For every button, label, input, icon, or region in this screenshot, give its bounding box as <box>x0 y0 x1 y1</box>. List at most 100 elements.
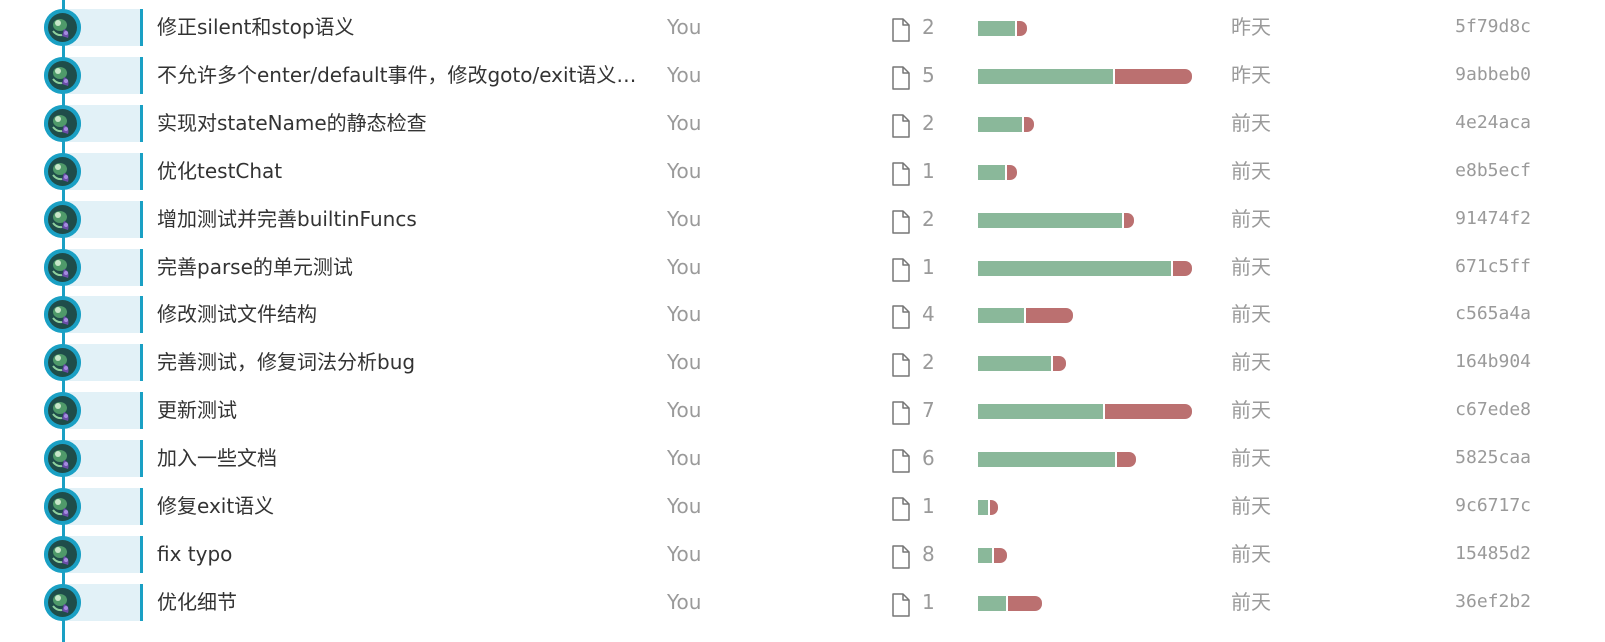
user-avatar-icon[interactable] <box>44 104 81 142</box>
row-highlight-edge <box>140 200 143 238</box>
row-highlight-edge <box>140 9 143 46</box>
commit-author: You <box>667 589 702 614</box>
commit-message[interactable]: 完善测试，修复词法分析bug <box>157 349 645 375</box>
changes-bar <box>978 595 1042 611</box>
user-avatar-icon[interactable] <box>44 392 81 430</box>
row-highlight-edge <box>140 583 143 621</box>
additions-bar <box>978 212 1122 228</box>
commit-row[interactable]: 修正silent和stop语义 You 2 昨天 5f79d8c <box>0 2 1605 50</box>
file-icon <box>891 161 911 190</box>
changes-bar <box>978 452 1136 468</box>
row-highlight-edge <box>140 440 143 478</box>
row-highlight-edge <box>140 392 143 430</box>
commit-hash[interactable]: 164b904 <box>1455 350 1531 374</box>
commit-message[interactable]: 修正silent和stop语义 <box>157 14 645 40</box>
changes-bar <box>978 116 1034 132</box>
files-changed-count: 4 <box>922 302 935 327</box>
commit-message[interactable]: 不允许多个enter/default事件，修改goto/exit语义，... <box>157 62 645 88</box>
commit-message[interactable]: 修复exit语义 <box>157 493 645 519</box>
files-changed-count: 2 <box>922 110 935 135</box>
commit-message[interactable]: 增加测试并完善builtinFuncs <box>157 206 645 232</box>
user-avatar-icon[interactable] <box>44 488 81 525</box>
commit-row[interactable]: 优化testChat You 1 前天 e8b5ecf <box>0 146 1605 194</box>
commit-author: You <box>667 398 702 423</box>
row-highlight-edge <box>140 152 143 190</box>
commit-author: You <box>667 350 702 375</box>
deletions-bar <box>1115 68 1192 84</box>
commit-date: 前天 <box>1231 158 1271 183</box>
changes-bar <box>978 547 1007 563</box>
commit-hash[interactable]: 671c5ff <box>1455 255 1531 279</box>
user-avatar-icon[interactable] <box>44 440 81 478</box>
changes-bar <box>978 212 1134 228</box>
commit-row[interactable]: 增加测试并完善builtinFuncs You 2 前天 91474f2 <box>0 194 1605 242</box>
user-avatar-icon[interactable] <box>44 152 81 190</box>
user-avatar-icon[interactable] <box>44 200 81 238</box>
commit-hash[interactable]: 9c6717c <box>1455 494 1531 518</box>
commit-hash[interactable]: 15485d2 <box>1455 542 1531 566</box>
commit-message[interactable]: 加入一些文档 <box>157 445 645 471</box>
additions-bar <box>978 260 1171 276</box>
commit-message[interactable]: 实现对stateName的静态检查 <box>157 110 645 136</box>
commit-row[interactable]: fix typo You 8 前天 15485d2 <box>0 529 1605 577</box>
commit-row[interactable]: 优化细节 You 1 前天 36ef2b2 <box>0 577 1605 625</box>
deletions-bar <box>1017 21 1027 36</box>
user-avatar-icon[interactable] <box>44 583 81 621</box>
commit-row[interactable]: 更新测试 You 7 前天 c67ede8 <box>0 385 1605 433</box>
commit-author: You <box>667 446 702 471</box>
changes-bar <box>978 500 998 515</box>
commit-author: You <box>667 254 702 279</box>
user-avatar-icon[interactable] <box>44 9 81 46</box>
files-changed-count: 8 <box>922 541 935 566</box>
commit-row[interactable]: 修复exit语义 You 1 前天 9c6717c <box>0 481 1605 529</box>
commit-message[interactable]: 完善parse的单元测试 <box>157 254 645 280</box>
files-changed-count: 1 <box>922 158 935 183</box>
commit-message[interactable]: fix typo <box>157 541 645 567</box>
user-avatar-icon[interactable] <box>44 248 81 286</box>
deletions-bar <box>1124 212 1134 228</box>
commit-message[interactable]: 修改测试文件结构 <box>157 301 645 327</box>
additions-bar <box>978 308 1024 324</box>
changes-bar <box>978 164 1017 180</box>
commit-hash[interactable]: 9abbeb0 <box>1455 63 1531 87</box>
changes-bar <box>978 404 1192 420</box>
commit-hash[interactable]: c67ede8 <box>1455 398 1531 422</box>
commit-message[interactable]: 优化细节 <box>157 589 645 615</box>
commit-date: 前天 <box>1231 254 1271 279</box>
commit-row[interactable]: 不允许多个enter/default事件，修改goto/exit语义，... Yo… <box>0 50 1605 98</box>
commit-hash[interactable]: c565a4a <box>1455 302 1531 326</box>
commit-date: 前天 <box>1231 494 1271 518</box>
file-icon <box>891 18 911 46</box>
commit-message[interactable]: 更新测试 <box>157 397 645 423</box>
deletions-bar <box>1117 452 1136 468</box>
changes-bar <box>978 21 1027 36</box>
additions-bar <box>978 356 1051 372</box>
additions-bar <box>978 595 1006 611</box>
additions-bar <box>978 21 1015 36</box>
file-icon <box>891 593 911 621</box>
commit-hash[interactable]: 36ef2b2 <box>1455 590 1531 614</box>
commit-hash[interactable]: 5825caa <box>1455 446 1531 470</box>
commit-row[interactable]: 实现对stateName的静态检查 You 2 前天 4e24aca <box>0 98 1605 146</box>
commit-message[interactable]: 优化testChat <box>157 158 645 184</box>
file-icon <box>891 449 911 477</box>
commit-date: 前天 <box>1231 398 1271 423</box>
deletions-bar <box>1008 595 1042 611</box>
commit-hash[interactable]: 5f79d8c <box>1455 15 1531 39</box>
commit-hash[interactable]: 91474f2 <box>1455 207 1531 231</box>
additions-bar <box>978 547 992 563</box>
additions-bar <box>978 500 988 515</box>
user-avatar-icon[interactable] <box>44 535 81 573</box>
commit-author: You <box>667 206 702 231</box>
commit-author: You <box>667 494 702 518</box>
commit-hash[interactable]: e8b5ecf <box>1455 159 1531 183</box>
commit-row[interactable]: 完善测试，修复词法分析bug You 2 前天 164b904 <box>0 337 1605 385</box>
additions-bar <box>978 116 1022 132</box>
deletions-bar <box>990 500 998 515</box>
commit-hash[interactable]: 4e24aca <box>1455 111 1531 135</box>
commit-row[interactable]: 完善parse的单元测试 You 1 前天 671c5ff <box>0 242 1605 290</box>
user-avatar-icon[interactable] <box>44 56 81 94</box>
commit-row[interactable]: 加入一些文档 You 6 前天 5825caa <box>0 433 1605 481</box>
files-changed-count: 2 <box>922 206 935 231</box>
commit-row[interactable]: 修改测试文件结构 You 4 前天 c565a4a <box>0 289 1605 337</box>
